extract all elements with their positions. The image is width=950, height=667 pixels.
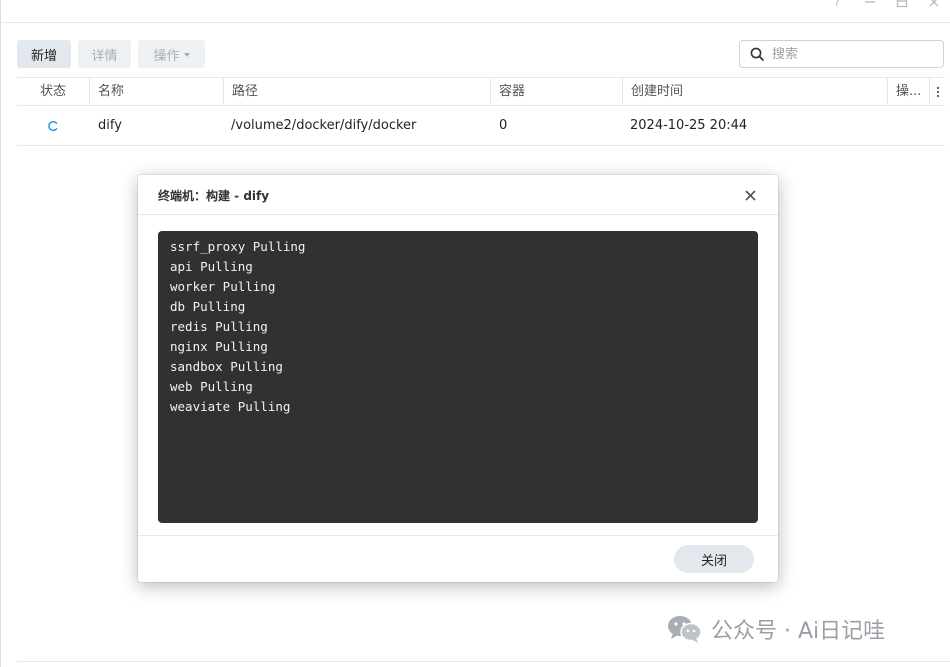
wechat-logo-icon	[668, 616, 702, 643]
dialog-title: 终端机：构建 - dify	[158, 189, 270, 203]
loading-spinner-icon	[48, 121, 58, 131]
terminal-output[interactable]: ssrf_proxy Pulling api Pulling worker Pu…	[158, 231, 758, 523]
column-header-path[interactable]: 路径	[223, 78, 490, 106]
watermark-text: 公众号 · Ai日记哇	[711, 619, 886, 644]
path-cell: /volume2/docker/dify/docker	[231, 118, 417, 133]
terminal-line: nginx Pulling	[170, 339, 268, 354]
terminal-line: web Pulling	[170, 379, 253, 394]
table-header: 状态 名称 路径 容器 创建时间 操...	[17, 77, 945, 106]
terminal-line: ssrf_proxy Pulling	[170, 239, 306, 254]
new-button[interactable]: 新增	[17, 40, 71, 68]
close-icon[interactable]	[918, 0, 950, 10]
search-box[interactable]	[739, 40, 944, 68]
status-cell	[17, 106, 89, 146]
terminal-line: weaviate Pulling	[170, 399, 291, 414]
help-icon[interactable]: ?	[822, 0, 854, 10]
dialog-footer-divider	[138, 535, 778, 536]
close-button[interactable]: 关闭	[674, 545, 754, 573]
window-border	[0, 0, 1, 667]
action-button-label: 操作	[153, 48, 180, 64]
close-icon[interactable]	[742, 187, 758, 203]
detail-button[interactable]: 详情	[78, 40, 131, 68]
caret-down-icon	[183, 53, 190, 57]
created-cell: 2024-10-25 20:44	[630, 118, 748, 133]
terminal-line: sandbox Pulling	[170, 359, 283, 374]
column-header-actions[interactable]: 操...	[887, 78, 929, 106]
svg-text:?: ?	[834, 0, 840, 8]
terminal-line: redis Pulling	[170, 319, 268, 334]
search-input[interactable]	[772, 46, 932, 62]
minimize-icon[interactable]	[854, 0, 886, 10]
terminal-line: api Pulling	[170, 259, 253, 274]
search-icon	[750, 47, 764, 61]
window-title-divider	[0, 22, 950, 23]
table-bottom-divider	[17, 661, 950, 662]
dialog-header-divider	[138, 214, 778, 215]
column-header-status[interactable]: 状态	[17, 78, 89, 106]
terminal-dialog: 终端机：构建 - dify ssrf_proxy Pulling api Pul…	[138, 175, 778, 582]
column-header-created[interactable]: 创建时间	[622, 78, 887, 106]
watermark: 公众号 · Ai日记哇	[667, 612, 885, 646]
column-header-containers[interactable]: 容器	[490, 78, 622, 106]
action-dropdown-button[interactable]: 操作	[138, 40, 205, 68]
name-cell: dify	[98, 118, 122, 133]
containers-cell: 0	[499, 118, 508, 133]
window-controls: ?	[822, 0, 950, 10]
terminal-line: db Pulling	[170, 299, 246, 314]
terminal-line: worker Pulling	[170, 279, 276, 294]
table-row[interactable]: dify /volume2/docker/dify/docker 0 2024-…	[17, 106, 945, 146]
restore-icon[interactable]	[886, 0, 918, 10]
column-options-icon[interactable]	[929, 78, 945, 106]
column-header-name[interactable]: 名称	[89, 78, 223, 106]
